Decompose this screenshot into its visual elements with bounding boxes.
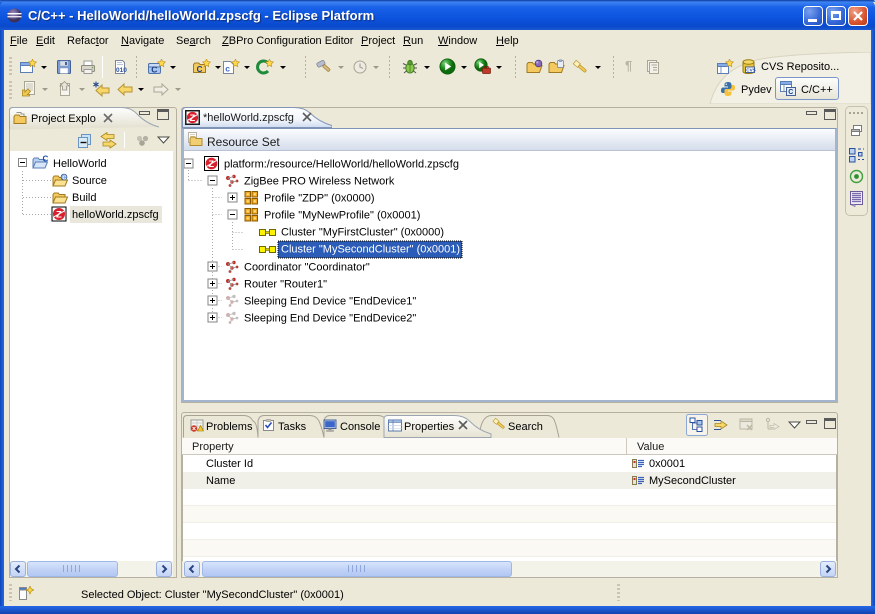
svg-text:Sleeping End Device "EndDevice: Sleeping End Device "EndDevice2" xyxy=(244,313,416,325)
svg-text:c: c xyxy=(225,64,230,74)
svg-text:C: C xyxy=(197,65,203,74)
svg-text:Console: Console xyxy=(340,421,380,433)
svg-text:C: C xyxy=(151,65,157,75)
svg-text:Search: Search xyxy=(508,421,543,433)
svg-text:Coordinator "Coordinator": Coordinator "Coordinator" xyxy=(244,262,370,274)
svg-text:platform:/resource/HelloWorld/: platform:/resource/HelloWorld/helloWorld… xyxy=(224,159,459,171)
svg-text:C: C xyxy=(62,175,66,181)
svg-text:CVS: CVS xyxy=(746,68,755,73)
svg-text:Z: Z xyxy=(190,113,196,123)
svg-text:Z: Z xyxy=(56,210,62,221)
svg-text:Cluster "MyFirstCluster" (0x00: Cluster "MyFirstCluster" (0x0000) xyxy=(281,227,444,239)
svg-text:Problems: Problems xyxy=(206,421,253,433)
svg-text:Profile "MyNewProfile" (0x0001: Profile "MyNewProfile" (0x0001) xyxy=(264,210,420,222)
svg-text:C: C xyxy=(788,89,793,96)
svg-text:Cluster "MySecondCluster" (0x0: Cluster "MySecondCluster" (0x0001) xyxy=(281,244,460,256)
svg-text:ZigBee PRO Wireless Network: ZigBee PRO Wireless Network xyxy=(244,176,395,188)
svg-text:Router "Router1": Router "Router1" xyxy=(244,279,327,291)
svg-text:Properties: Properties xyxy=(404,421,455,433)
svg-text:Profile "ZDP" (0x0000): Profile "ZDP" (0x0000) xyxy=(264,193,375,205)
svg-text:C: C xyxy=(43,155,49,164)
svg-text:010: 010 xyxy=(116,67,127,74)
svg-text:Sleeping End Device "EndDevice: Sleeping End Device "EndDevice1" xyxy=(244,296,416,308)
svg-text:Tasks: Tasks xyxy=(278,421,307,433)
